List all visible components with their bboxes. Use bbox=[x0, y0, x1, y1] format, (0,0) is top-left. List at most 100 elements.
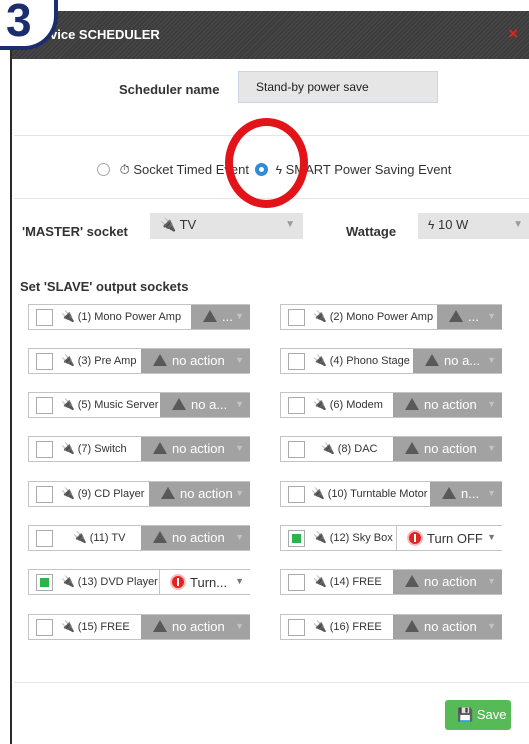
socket-action-select[interactable]: no action ▼ bbox=[149, 482, 250, 506]
socket-action-select[interactable]: Turn... ▼ bbox=[159, 570, 250, 594]
chevron-down-icon: ▼ bbox=[235, 311, 244, 321]
socket-name: 🔌 (8) DAC bbox=[321, 443, 378, 455]
socket-action-select[interactable]: no action ▼ bbox=[393, 615, 502, 639]
warning-icon bbox=[425, 354, 439, 366]
socket-action-select[interactable]: no a... ▼ bbox=[160, 393, 250, 417]
plug-icon: 🔌 bbox=[160, 217, 177, 232]
socket-slot-7: 🔌 (7) Switch no action ▼ bbox=[28, 436, 250, 462]
socket-slot-3: 🔌 (3) Pre Amp no action ▼ bbox=[28, 348, 250, 374]
radio-icon[interactable] bbox=[97, 163, 110, 176]
socket-name: 🔌 (5) Music Server bbox=[61, 399, 159, 411]
socket-action-select[interactable]: ... ▼ bbox=[191, 305, 250, 329]
chevron-down-icon: ▼ bbox=[235, 621, 244, 631]
chevron-down-icon: ▼ bbox=[235, 399, 244, 409]
socket-name: 🔌 (4) Phono Stage bbox=[313, 355, 410, 367]
warning-icon bbox=[405, 575, 419, 587]
chevron-down-icon: ▼ bbox=[285, 219, 295, 230]
warning-icon bbox=[405, 442, 419, 454]
socket-checkbox[interactable] bbox=[288, 619, 305, 636]
socket-slot-11: 🔌 (11) TV no action ▼ bbox=[28, 525, 250, 551]
socket-action-select[interactable]: no a... ▼ bbox=[413, 349, 502, 373]
socket-slot-4: 🔌 (4) Phono Stage no a... ▼ bbox=[280, 348, 502, 374]
warning-icon bbox=[405, 398, 419, 410]
divider bbox=[14, 682, 529, 683]
warning-icon bbox=[153, 531, 167, 543]
chevron-down-icon: ▼ bbox=[235, 355, 244, 365]
wattage-value: 10 W bbox=[437, 217, 469, 232]
socket-checkbox[interactable] bbox=[288, 441, 305, 458]
master-socket-select[interactable]: 🔌 TV ▼ bbox=[150, 213, 303, 239]
close-icon[interactable]: × bbox=[508, 24, 518, 44]
socket-action-select[interactable]: no action ▼ bbox=[141, 437, 250, 461]
socket-name: 🔌 (10) Turntable Motor bbox=[311, 488, 428, 500]
scheduler-name-input[interactable]: Stand-by power save bbox=[238, 71, 438, 103]
socket-checkbox[interactable] bbox=[36, 353, 53, 370]
lightning-icon: ϟ bbox=[428, 218, 435, 232]
wattage-select[interactable]: ϟ 10 W ▼ bbox=[418, 213, 529, 239]
socket-slot-12: 🔌 (12) Sky Box Turn OFF ▼ bbox=[280, 525, 502, 551]
socket-action-select[interactable]: no action ▼ bbox=[393, 437, 502, 461]
chevron-down-icon: ▼ bbox=[487, 576, 496, 586]
socket-action-select[interactable]: no action ▼ bbox=[141, 349, 250, 373]
socket-checkbox[interactable] bbox=[36, 574, 53, 591]
socket-action-select[interactable]: no action ▼ bbox=[141, 615, 250, 639]
socket-checkbox[interactable] bbox=[36, 619, 53, 636]
socket-name: 🔌 (6) Modem bbox=[313, 399, 383, 411]
socket-action-select[interactable]: no action ▼ bbox=[141, 526, 250, 550]
chevron-down-icon: ▼ bbox=[487, 532, 496, 542]
warning-icon bbox=[153, 620, 167, 632]
chevron-down-icon: ▼ bbox=[235, 488, 244, 498]
socket-slot-2: 🔌 (2) Mono Power Amp ... ▼ bbox=[280, 304, 502, 330]
chevron-down-icon: ▼ bbox=[235, 532, 244, 542]
dialog-titlebar: vice SCHEDULER × bbox=[12, 11, 529, 59]
chevron-down-icon: ▼ bbox=[487, 621, 496, 631]
socket-slot-13: 🔌 (13) DVD Player Turn... ▼ bbox=[28, 569, 250, 595]
socket-slot-10: 🔌 (10) Turntable Motor n... ▼ bbox=[280, 481, 502, 507]
socket-name: 🔌 (13) DVD Player bbox=[61, 576, 158, 588]
socket-checkbox[interactable] bbox=[288, 309, 305, 326]
scheduler-dialog: vice SCHEDULER × Scheduler name Stand-by… bbox=[10, 0, 529, 744]
warning-icon bbox=[161, 487, 175, 499]
socket-checkbox[interactable] bbox=[36, 441, 53, 458]
chevron-down-icon: ▼ bbox=[487, 443, 496, 453]
socket-checkbox[interactable] bbox=[36, 397, 53, 414]
socket-action-select[interactable]: no action ▼ bbox=[393, 570, 502, 594]
warning-icon bbox=[203, 310, 217, 322]
socket-name: 🔌 (14) FREE bbox=[313, 576, 382, 588]
socket-name: 🔌 (15) FREE bbox=[61, 621, 130, 633]
socket-checkbox[interactable] bbox=[36, 530, 53, 547]
socket-checkbox[interactable] bbox=[288, 397, 305, 414]
chevron-down-icon: ▼ bbox=[487, 399, 496, 409]
save-icon: 💾 bbox=[457, 707, 474, 722]
socket-checkbox[interactable] bbox=[288, 530, 305, 547]
socket-name: 🔌 (1) Mono Power Amp bbox=[61, 311, 182, 323]
annotation-highlight-circle bbox=[225, 118, 308, 208]
socket-action-select[interactable]: ... ▼ bbox=[437, 305, 502, 329]
wattage-label: Wattage bbox=[346, 224, 397, 239]
power-off-icon bbox=[170, 574, 186, 590]
socket-checkbox[interactable] bbox=[288, 353, 305, 370]
socket-name: 🔌 (7) Switch bbox=[61, 443, 127, 455]
chevron-down-icon: ▼ bbox=[487, 355, 496, 365]
scheduler-name-label: Scheduler name bbox=[119, 82, 220, 97]
dialog-title: vice SCHEDULER bbox=[50, 27, 160, 42]
socket-checkbox[interactable] bbox=[288, 486, 305, 503]
slave-sockets-title: Set 'SLAVE' output sockets bbox=[20, 279, 189, 294]
socket-action-select[interactable]: n... ▼ bbox=[430, 482, 502, 506]
socket-name: 🔌 (12) Sky Box bbox=[313, 532, 393, 544]
socket-action-select[interactable]: no action ▼ bbox=[393, 393, 502, 417]
socket-slot-5: 🔌 (5) Music Server no a... ▼ bbox=[28, 392, 250, 418]
socket-slot-8: 🔌 (8) DAC no action ▼ bbox=[280, 436, 502, 462]
warning-icon bbox=[153, 354, 167, 366]
master-socket-value: TV bbox=[179, 217, 197, 232]
socket-checkbox[interactable] bbox=[36, 309, 53, 326]
chevron-down-icon: ▼ bbox=[487, 488, 496, 498]
save-button[interactable]: 💾 Save bbox=[445, 700, 511, 730]
socket-checkbox[interactable] bbox=[288, 574, 305, 591]
socket-name: 🔌 (16) FREE bbox=[313, 621, 382, 633]
step-number: 3 bbox=[6, 0, 32, 46]
socket-checkbox[interactable] bbox=[36, 486, 53, 503]
socket-action-select[interactable]: Turn OFF ▼ bbox=[396, 526, 502, 550]
socket-slot-9: 🔌 (9) CD Player no action ▼ bbox=[28, 481, 250, 507]
power-off-icon bbox=[407, 530, 423, 546]
